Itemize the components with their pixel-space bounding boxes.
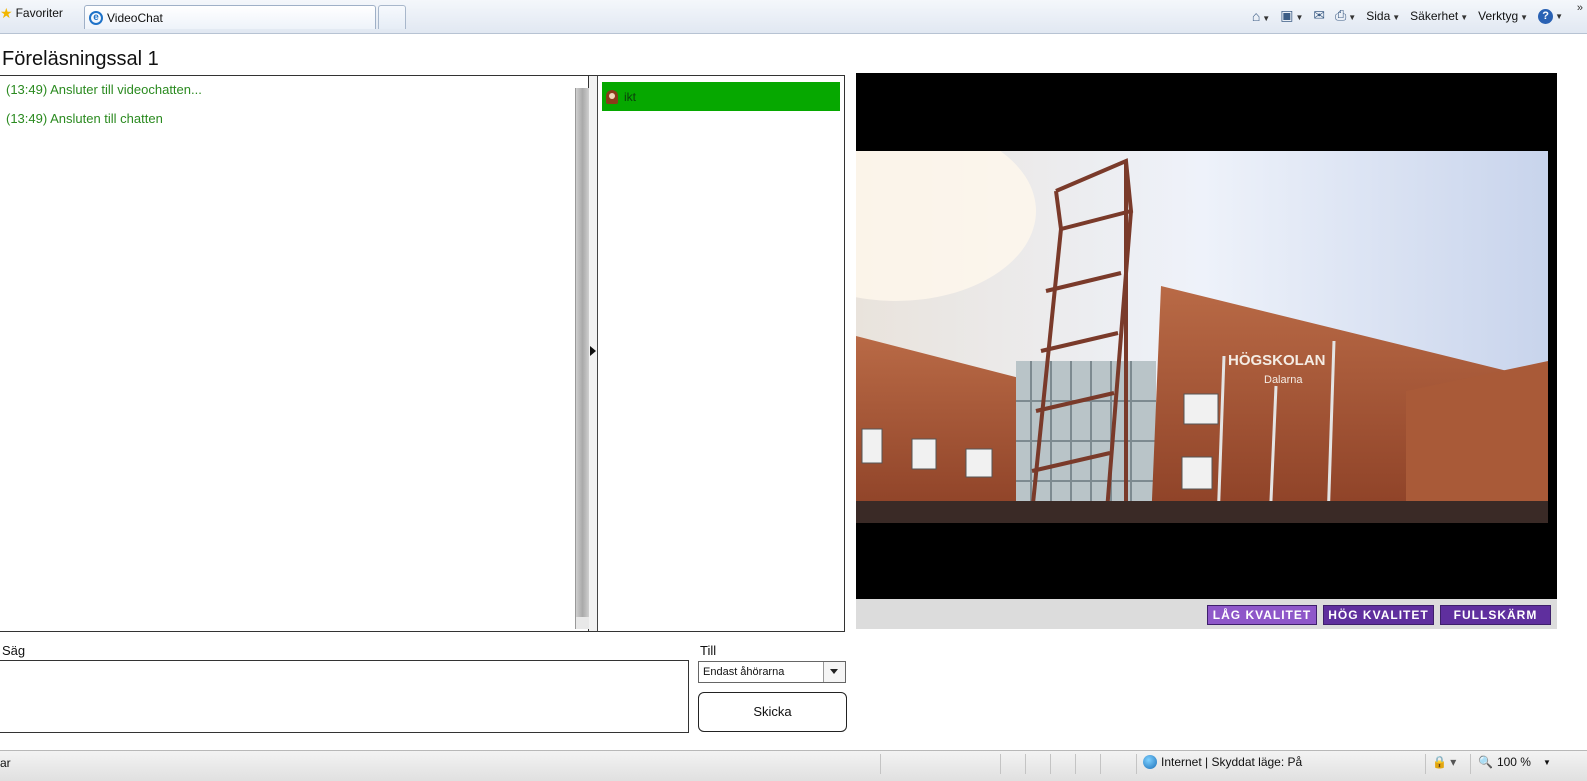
chevron-down-icon[interactable]: ▼ [1262, 14, 1270, 23]
page-menu-label: Sida [1366, 8, 1391, 23]
chevron-down-icon[interactable]: ▼ [1348, 13, 1356, 22]
page-menu[interactable]: Sida ▼ [1366, 9, 1400, 23]
protected-mode-icon[interactable]: 🔒 ▾ [1432, 755, 1456, 769]
zoom-control[interactable]: 🔍 100 % ▼ [1478, 755, 1551, 769]
star-icon: ★ [0, 5, 13, 21]
chevron-down-icon: ▼ [1520, 12, 1529, 22]
video-frame-image: HÖGSKOLAN Dalarna [856, 151, 1548, 523]
safety-menu-label: Säkerhet [1410, 8, 1459, 23]
favorites-button[interactable]: ★ Favoriter [0, 6, 63, 20]
low-quality-button[interactable]: LÅG KVALITET [1207, 605, 1317, 625]
help-icon: ? [1538, 8, 1554, 24]
chat-log: (13:49) Ansluter till videochatten... (1… [0, 75, 589, 632]
globe-icon [1143, 755, 1157, 769]
command-bar: ⌂ ▼ ▣ ▼ ✉ ⎙ ▼ Sida ▼ Säkerhet ▼ Verktyg ▼ ? ▼ [1252, 7, 1563, 24]
home-button[interactable]: ⌂ ▼ [1252, 8, 1270, 24]
recipient-select[interactable]: Endast åhörarna [698, 661, 846, 683]
status-divider [1025, 754, 1026, 774]
security-zone-text: Internet | Skyddat läge: På [1161, 755, 1303, 769]
print-button[interactable]: ⎙ ▼ [1335, 7, 1356, 24]
sign-subtext: Dalarna [1264, 374, 1303, 386]
page-title: Föreläsningssal 1 [2, 48, 159, 70]
new-tab-button[interactable] [378, 5, 406, 29]
chevron-down-icon: ▼ [1392, 12, 1401, 22]
home-icon: ⌂ [1251, 7, 1261, 24]
status-divider [1100, 754, 1101, 774]
message-input[interactable] [0, 660, 689, 733]
user-list: ikt [598, 75, 845, 632]
browser-toolbar: ★ Favoriter e VideoChat ⌂ ▼ ▣ ▼ ✉ ⎙ ▼ Sida ▼… [0, 0, 1587, 34]
feeds-button[interactable]: ▣ ▼ [1280, 7, 1303, 24]
mail-button[interactable]: ✉ [1313, 7, 1325, 24]
user-name: ikt [624, 89, 636, 104]
send-button[interactable]: Skicka [698, 692, 847, 732]
status-divider [1075, 754, 1076, 774]
status-text: ar [0, 756, 11, 770]
user-avatar-icon [606, 89, 618, 104]
print-icon: ⎙ [1335, 7, 1347, 23]
expand-arrow-icon[interactable] [590, 346, 596, 356]
security-zone[interactable]: Internet | Skyddat läge: På [1143, 755, 1302, 769]
chevron-down-icon[interactable]: ▼ [1543, 758, 1551, 767]
chat-message: (13:49) Ansluter till videochatten... [6, 82, 202, 97]
chat-scrollbar[interactable] [575, 88, 589, 629]
status-divider [1050, 754, 1051, 774]
safety-menu[interactable]: Säkerhet ▼ [1410, 9, 1468, 23]
status-divider [1136, 754, 1137, 774]
tab-title: VideoChat [107, 10, 163, 25]
video-player[interactable]: HÖGSKOLAN Dalarna [856, 73, 1557, 599]
status-divider [880, 754, 881, 774]
tools-menu[interactable]: Verktyg ▼ [1478, 9, 1528, 23]
browser-statusbar: ar Internet | Skyddat läge: På 🔒 ▾ 🔍 100… [0, 750, 1587, 781]
zoom-icon: 🔍 [1478, 755, 1493, 769]
ie-icon: e [89, 10, 103, 25]
chevron-down-icon[interactable]: ▼ [1295, 13, 1303, 22]
status-divider [1470, 754, 1471, 774]
to-label: Till [700, 643, 717, 658]
user-list-item[interactable]: ikt [602, 82, 840, 111]
chevron-down-icon: ▼ [1555, 11, 1563, 21]
chevron-down-icon: ▼ [1460, 12, 1469, 22]
help-menu[interactable]: ? ▼ [1538, 8, 1563, 24]
panel-splitter[interactable] [589, 75, 598, 632]
chat-message: (13:49) Ansluten till chatten [6, 111, 163, 126]
scrollbar-end[interactable] [576, 617, 589, 629]
say-label: Säg [2, 643, 26, 658]
mail-icon: ✉ [1313, 7, 1326, 23]
status-divider [1425, 754, 1426, 774]
fullscreen-button[interactable]: FULLSKÄRM [1440, 605, 1551, 625]
recipient-select-value: Endast åhörarna [703, 666, 785, 678]
zoom-level: 100 % [1496, 755, 1531, 769]
browser-tab-videochat[interactable]: e VideoChat [84, 5, 376, 29]
high-quality-button[interactable]: HÖG KVALITET [1323, 605, 1434, 625]
more-commands-chevron-icon[interactable]: » [1577, 2, 1583, 14]
rss-icon: ▣ [1280, 7, 1294, 23]
status-divider [1000, 754, 1001, 774]
tools-menu-label: Verktyg [1478, 8, 1519, 23]
favorites-label: Favoriter [15, 6, 63, 20]
sign-text: HÖGSKOLAN [1228, 352, 1326, 369]
chevron-down-icon[interactable] [823, 662, 845, 682]
